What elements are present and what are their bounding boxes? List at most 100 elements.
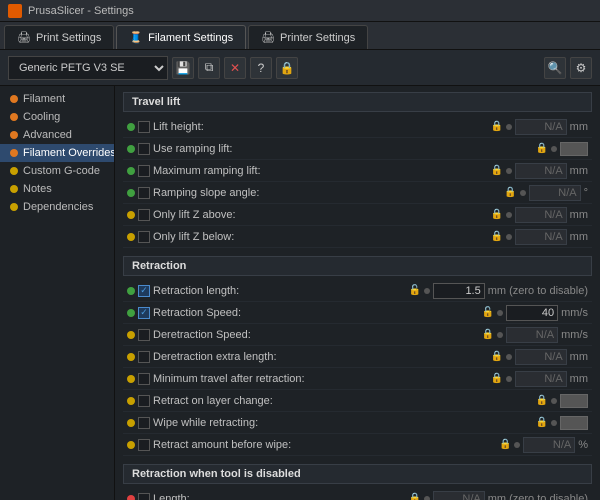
tab-print-settings[interactable]: 🖨 Print Settings [4, 25, 114, 49]
profile-select[interactable]: Generic PETG V3 SE [8, 56, 168, 80]
save-button[interactable]: 💾 [172, 57, 194, 79]
sidebar-overrides-label: Filament Overrides [23, 147, 115, 159]
input-min-travel[interactable] [515, 371, 567, 387]
layout: Filament Cooling Advanced Filament Overr… [0, 86, 600, 500]
lock-retraction-length[interactable]: 🔓 [409, 285, 421, 297]
lock-lift-z-above[interactable]: 🔒 [491, 209, 503, 221]
cb-retract-before-wipe[interactable] [138, 439, 150, 451]
sidebar-item-dependencies[interactable]: Dependencies [0, 198, 114, 216]
unit-retract-before-wipe: % [578, 439, 588, 451]
label-slope-angle: Ramping slope angle: [153, 187, 502, 199]
dot-ramping-lift [127, 145, 135, 153]
lock-deretraction-extra[interactable]: 🔒 [491, 351, 503, 363]
sidebar-item-cooling[interactable]: Cooling [0, 108, 114, 126]
dot-wipe-retracting [127, 419, 135, 427]
bullet-deretraction-speed [497, 332, 503, 338]
tab-filament-settings[interactable]: 🧵 Filament Settings [116, 25, 246, 49]
tab-icon-filament: 🧵 [129, 31, 143, 44]
tab-filament-label: Filament Settings [148, 32, 233, 44]
tab-bar: 🖨 Print Settings 🧵 Filament Settings 🖨 P… [0, 22, 600, 50]
lock-button[interactable]: 🔒 [276, 57, 298, 79]
cb-retract-layer[interactable] [138, 395, 150, 407]
dot-retract-layer [127, 397, 135, 405]
input-length-tool[interactable] [433, 491, 485, 500]
label-lift-z-below: Only lift Z below: [153, 231, 488, 243]
unit-deretraction-extra: mm [570, 351, 588, 363]
sidebar-item-filament-overrides[interactable]: Filament Overrides [0, 144, 114, 162]
cb-min-travel[interactable] [138, 373, 150, 385]
lock-wipe-retracting[interactable]: 🔒 [536, 417, 548, 429]
sidebar-item-notes[interactable]: Notes [0, 180, 114, 198]
delete-button[interactable]: ✕ [224, 57, 246, 79]
cb-max-ramping[interactable] [138, 165, 150, 177]
cb-retraction-length[interactable]: ✓ [138, 285, 150, 297]
row-ramping-lift: Use ramping lift: 🔒 [123, 138, 592, 160]
unit-min-travel: mm [570, 373, 588, 385]
label-lift-height: Lift height: [153, 121, 488, 133]
sidebar-item-advanced[interactable]: Advanced [0, 126, 114, 144]
input-retraction-length[interactable] [433, 283, 485, 299]
input-retract-before-wipe[interactable] [523, 437, 575, 453]
deps-dot [10, 203, 18, 211]
input-lift-z-below[interactable] [515, 229, 567, 245]
lock-retract-layer[interactable]: 🔒 [536, 395, 548, 407]
lock-slope-angle[interactable]: 🔒 [505, 187, 517, 199]
sidebar: Filament Cooling Advanced Filament Overr… [0, 86, 115, 500]
section-travel-lift: Travel lift [123, 92, 592, 112]
cb-lift-height[interactable] [138, 121, 150, 133]
cb-lift-z-below[interactable] [138, 231, 150, 243]
row-length-tool: Length: 🔒 mm (zero to disable) [123, 488, 592, 500]
help-button[interactable]: ? [250, 57, 272, 79]
bullet-lift-z-above [506, 212, 512, 218]
cb-ramping-lift[interactable] [138, 143, 150, 155]
input-slope-angle[interactable] [529, 185, 581, 201]
bullet-lift-z-below [506, 234, 512, 240]
main-content: Travel lift Lift height: 🔒 mm Use rampin… [115, 86, 600, 500]
swatch-ramping-lift[interactable] [560, 142, 588, 156]
app-icon [8, 4, 22, 18]
input-deretraction-extra[interactable] [515, 349, 567, 365]
lock-retraction-speed[interactable]: 🔓 [482, 307, 494, 319]
swatch-wipe-retracting[interactable] [560, 416, 588, 430]
row-retraction-speed: ✓ Retraction Speed: 🔓 mm/s [123, 302, 592, 324]
input-deretraction-speed[interactable] [506, 327, 558, 343]
config-button[interactable]: ⚙ [570, 57, 592, 79]
input-max-ramping[interactable] [515, 163, 567, 179]
input-lift-z-above[interactable] [515, 207, 567, 223]
label-ramping-lift: Use ramping lift: [153, 143, 533, 155]
cb-slope-angle[interactable] [138, 187, 150, 199]
overrides-dot [10, 149, 18, 157]
lock-lift-z-below[interactable]: 🔒 [491, 231, 503, 243]
dot-length-tool [127, 495, 135, 500]
search-button[interactable]: 🔍 [544, 57, 566, 79]
tab-printer-settings[interactable]: 🖨 Printer Settings [248, 25, 368, 49]
lock-ramping-lift[interactable]: 🔒 [536, 143, 548, 155]
lock-min-travel[interactable]: 🔒 [491, 373, 503, 385]
notes-dot [10, 185, 18, 193]
dot-deretraction-speed [127, 331, 135, 339]
lock-max-ramping[interactable]: 🔒 [491, 165, 503, 177]
cb-deretraction-extra[interactable] [138, 351, 150, 363]
sidebar-item-filament[interactable]: Filament [0, 90, 114, 108]
unit-retraction-length: mm (zero to disable) [488, 285, 588, 297]
cb-wipe-retracting[interactable] [138, 417, 150, 429]
dot-retract-before-wipe [127, 441, 135, 449]
unit-lift-height: mm [570, 121, 588, 133]
row-lift-z-below: Only lift Z below: 🔒 mm [123, 226, 592, 248]
sidebar-item-custom-gcode[interactable]: Custom G-code [0, 162, 114, 180]
title-text: PrusaSlicer - Settings [28, 5, 134, 17]
cb-retraction-speed[interactable]: ✓ [138, 307, 150, 319]
lock-lift-height[interactable]: 🔒 [491, 121, 503, 133]
input-lift-height[interactable] [515, 119, 567, 135]
copy-button[interactable]: ⧉ [198, 57, 220, 79]
cb-lift-z-above[interactable] [138, 209, 150, 221]
cb-length-tool[interactable] [138, 493, 150, 500]
filament-dot [10, 95, 18, 103]
lock-length-tool[interactable]: 🔒 [409, 493, 421, 500]
lock-deretraction-speed[interactable]: 🔒 [482, 329, 494, 341]
input-retraction-speed[interactable] [506, 305, 558, 321]
swatch-retract-layer[interactable] [560, 394, 588, 408]
lock-retract-before-wipe[interactable]: 🔒 [499, 439, 511, 451]
dot-lift-z-above [127, 211, 135, 219]
cb-deretraction-speed[interactable] [138, 329, 150, 341]
